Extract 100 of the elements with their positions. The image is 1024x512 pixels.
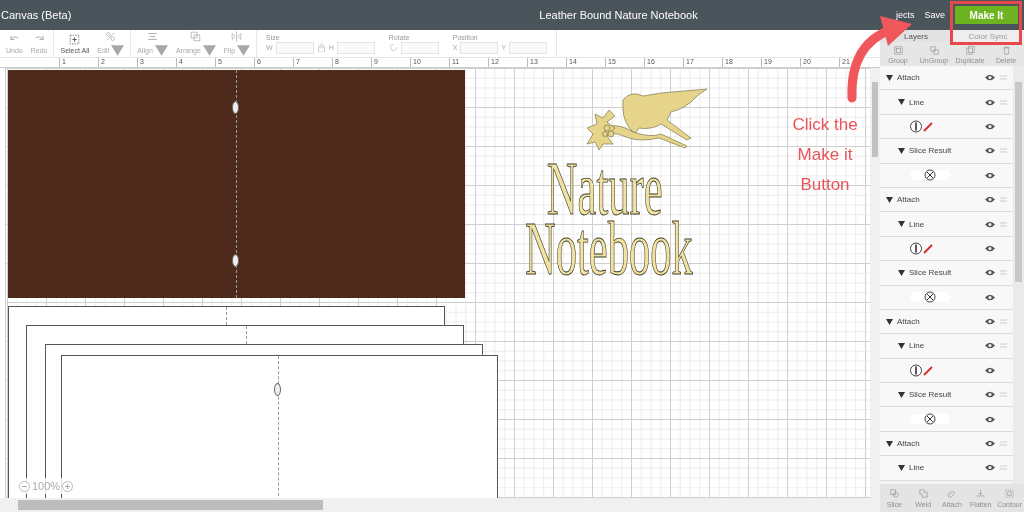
layer-name[interactable]: Line (898, 341, 925, 351)
layers-scrollbar[interactable] (1013, 66, 1024, 484)
highlight-frame (950, 1, 1022, 45)
arrange-icon (189, 30, 203, 43)
scroll-thumb[interactable] (872, 82, 878, 157)
layer-name[interactable]: Slice Result (898, 146, 952, 156)
caret-icon (886, 318, 893, 325)
slice-icon (888, 488, 900, 499)
layer-row[interactable]: Attach (880, 66, 1013, 91)
caret-icon (886, 440, 893, 447)
eye-icon[interactable] (985, 366, 995, 374)
project-title: Leather Bound Nature Notebook (538, 9, 699, 21)
zoom-in-button[interactable] (62, 480, 74, 492)
scroll-thumb[interactable] (18, 500, 323, 510)
bird-on-branch-drawing[interactable] (586, 88, 708, 151)
horizontal-scrollbar[interactable] (0, 498, 880, 512)
layer-row[interactable]: Line (880, 456, 1013, 481)
save-link[interactable]: Save (924, 10, 945, 20)
line-shape-icon (910, 241, 934, 255)
scroll-thumb[interactable] (1015, 82, 1022, 282)
eye-icon[interactable] (985, 220, 995, 228)
layer-name[interactable]: Attach (886, 439, 920, 449)
layer-name[interactable]: Line (898, 97, 925, 107)
layer-row[interactable] (880, 285, 1013, 310)
duplicate-icon (964, 44, 976, 56)
layer-row[interactable]: Slice Result (880, 383, 1013, 408)
align-icon (146, 30, 160, 43)
input-field[interactable] (460, 41, 499, 54)
slice-shape-icon (910, 291, 950, 304)
layer-row[interactable]: Line (880, 212, 1013, 237)
rotate-icon (388, 43, 398, 52)
layer-row[interactable]: Slice Result (880, 139, 1013, 164)
layer-row[interactable] (880, 358, 1013, 384)
eye-icon[interactable] (985, 122, 995, 130)
layer-row[interactable] (880, 114, 1013, 140)
layer-name[interactable]: Slice Result (898, 268, 952, 278)
slot-mark (232, 254, 239, 267)
attach-icon (946, 488, 958, 499)
input-field[interactable] (336, 41, 375, 54)
layer-row[interactable] (880, 163, 1013, 188)
stacked-pages-drawing[interactable] (8, 306, 498, 498)
layer-name[interactable]: Slice Result (898, 390, 952, 400)
layer-row[interactable]: Line (880, 90, 1013, 115)
input-field[interactable] (400, 41, 439, 54)
eye-icon[interactable] (985, 196, 995, 204)
zoom-level: 100% (32, 480, 61, 492)
layer-row[interactable]: Attach (880, 309, 1013, 335)
group-icon (892, 44, 904, 56)
ungroup-icon (928, 44, 940, 56)
line-shape-icon (910, 363, 934, 377)
app-name: Canvas (Beta) (1, 9, 73, 21)
layer-row[interactable] (880, 407, 1013, 432)
annotation-text: Click the Make it Button (791, 114, 859, 196)
layer-name[interactable]: Attach (886, 73, 920, 83)
contour-icon (1004, 488, 1016, 499)
eye-icon[interactable] (985, 342, 995, 350)
caret-icon (898, 464, 905, 471)
eye-icon[interactable] (985, 440, 995, 448)
caret-icon (898, 391, 905, 398)
layer-row[interactable]: Slice Result (880, 261, 1013, 286)
caret-icon (898, 221, 905, 228)
delete-icon (1000, 44, 1012, 56)
my-projects-link[interactable]: jects (895, 10, 915, 20)
input-field[interactable] (509, 41, 548, 54)
flatten-icon (975, 488, 987, 499)
flip-icon (230, 30, 244, 43)
eye-icon[interactable] (985, 244, 995, 252)
caret-icon (898, 343, 905, 349)
layer-row[interactable]: Attach (880, 187, 1013, 213)
eye-icon[interactable] (985, 293, 995, 301)
layer-name[interactable]: Line (898, 219, 925, 229)
vertical-scrollbar[interactable] (870, 68, 880, 498)
eye-icon[interactable] (985, 464, 995, 472)
layer-row[interactable]: Line (880, 334, 1013, 359)
eye-icon[interactable] (985, 318, 995, 326)
layer-name[interactable]: Attach (886, 317, 920, 327)
eye-icon[interactable] (985, 74, 995, 82)
zoom-out-button[interactable] (19, 480, 30, 492)
caret-icon (898, 99, 905, 106)
line-shape-icon (910, 119, 934, 133)
layer-row[interactable]: Attach (880, 431, 1013, 457)
caret-icon (886, 74, 893, 81)
eye-icon[interactable] (985, 269, 995, 277)
layer-row[interactable] (880, 236, 1013, 262)
eye-icon[interactable] (985, 415, 995, 423)
caret-icon (886, 196, 893, 203)
eye-icon[interactable] (985, 147, 995, 155)
input-field[interactable] (275, 41, 314, 54)
layer-name[interactable]: Attach (886, 195, 920, 205)
caret-icon (898, 147, 905, 154)
design-canvas[interactable]: Nature Notebook Click the Make it Button 100% (6, 68, 870, 498)
eye-icon[interactable] (985, 391, 995, 399)
slice-shape-icon (910, 413, 950, 426)
layer-name[interactable]: Line (898, 463, 925, 473)
lock-icon[interactable] (316, 43, 326, 52)
eye-icon[interactable] (985, 98, 995, 106)
eye-icon[interactable] (985, 171, 995, 179)
caret-icon (898, 269, 905, 276)
plus-icon (64, 482, 72, 490)
select-icon (68, 33, 82, 46)
